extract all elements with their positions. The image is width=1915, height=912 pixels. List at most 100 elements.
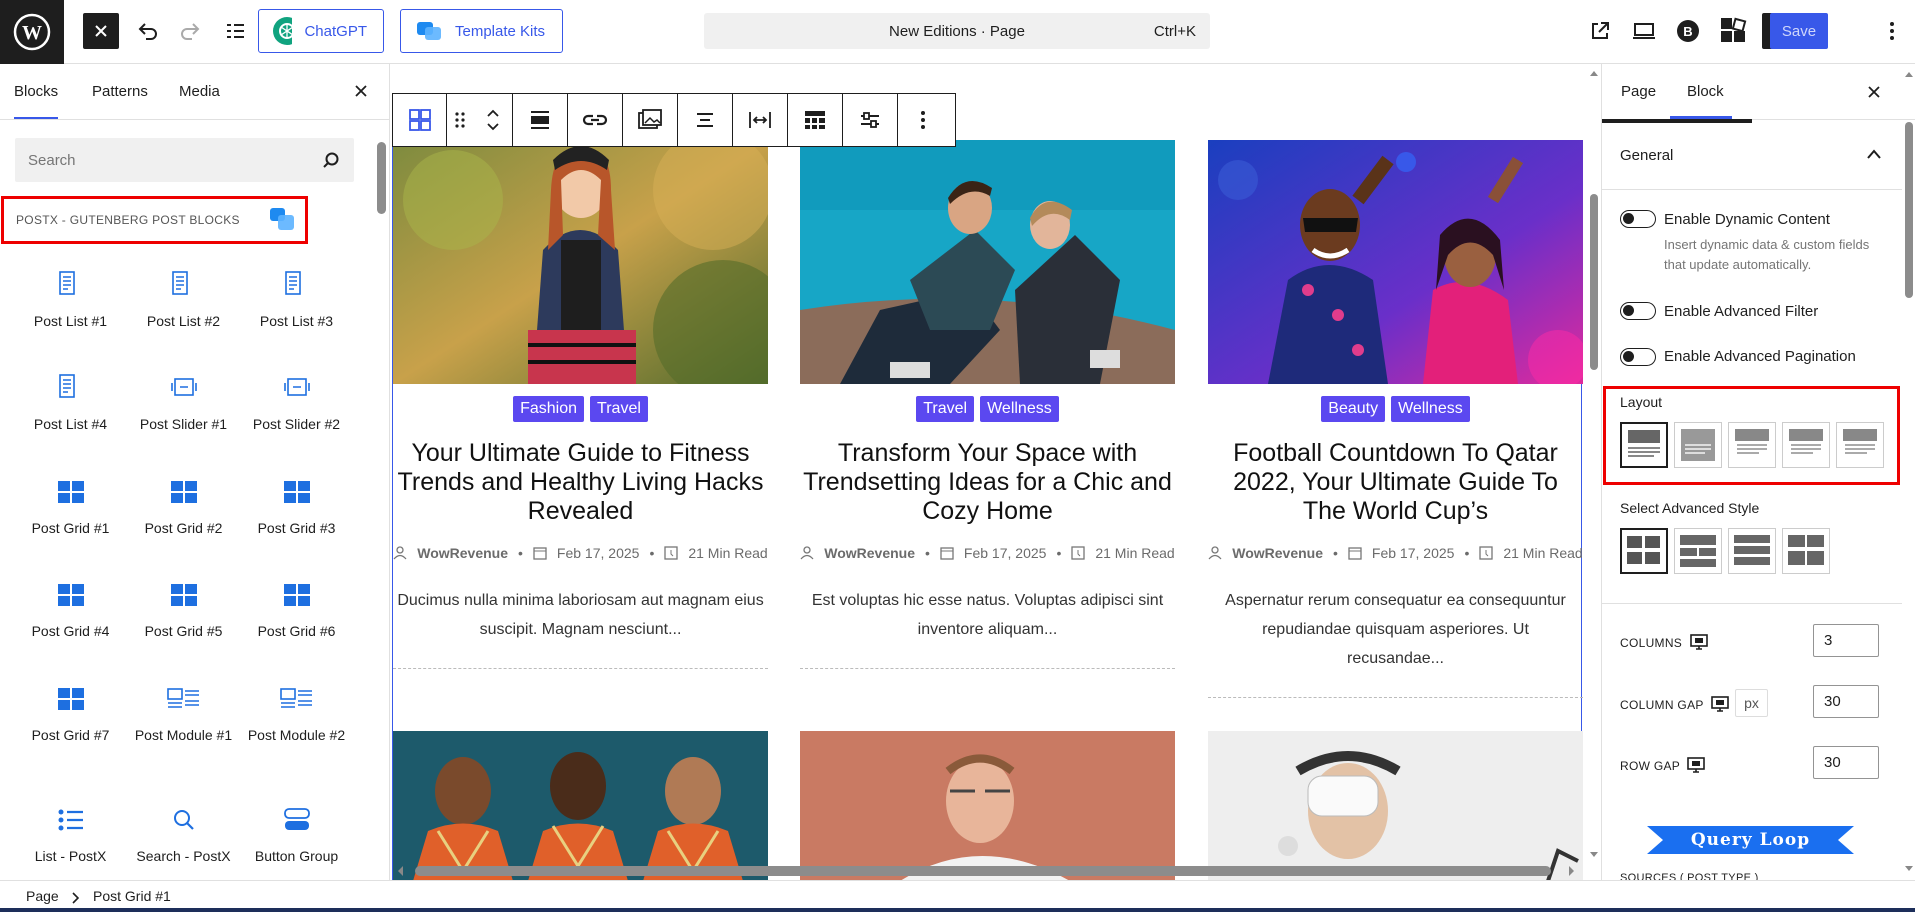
post-image-party-crowd[interactable]	[1208, 140, 1583, 384]
settings-sliders-icon[interactable]	[843, 94, 898, 146]
close-inserter-icon[interactable]	[354, 84, 368, 98]
post-tag[interactable]: Wellness	[980, 396, 1059, 422]
block-post-slider-2[interactable]: Post Slider #2	[240, 373, 353, 433]
breadcrumb-page[interactable]: Page	[26, 888, 59, 904]
blocks-plugin-icon[interactable]	[1718, 15, 1748, 45]
close-settings-icon[interactable]	[1867, 85, 1881, 99]
image-settings-icon[interactable]	[623, 94, 678, 146]
post-tag[interactable]: Travel	[916, 396, 975, 422]
post-card[interactable]: Beauty Wellness Football Countdown To Qa…	[1208, 140, 1583, 698]
save-button[interactable]: Save	[1770, 13, 1828, 49]
tab-block[interactable]: Block	[1687, 83, 1724, 100]
post-image-man-glasses[interactable]	[800, 731, 1175, 880]
chatgpt-button[interactable]: ChatGPT	[258, 9, 384, 53]
undo-icon[interactable]	[134, 17, 162, 45]
block-post-grid-2[interactable]: Post Grid #2	[127, 477, 240, 537]
post-tag[interactable]: Travel	[590, 396, 648, 422]
drag-handle-icon[interactable]	[447, 94, 473, 146]
command-palette-bar[interactable]: New Editions · Page Ctrl+K	[704, 13, 1210, 49]
post-tag[interactable]: Wellness	[1391, 396, 1470, 422]
block-post-grid-3[interactable]: Post Grid #3	[240, 477, 353, 537]
tab-page[interactable]: Page	[1621, 83, 1656, 100]
advanced-style-option-4[interactable]	[1782, 528, 1830, 574]
block-post-slider-1[interactable]: Post Slider #1	[127, 373, 240, 433]
wordpress-logo-icon[interactable]: W	[0, 0, 64, 64]
post-grid-block-icon[interactable]	[393, 94, 447, 146]
plugin-b-icon[interactable]: B	[1674, 17, 1702, 45]
inserter-scrollbar[interactable]	[377, 142, 386, 214]
block-post-grid-4[interactable]: Post Grid #4	[14, 580, 127, 640]
grid-layout-icon[interactable]	[788, 94, 843, 146]
block-post-list-4[interactable]: Post List #4	[14, 373, 127, 433]
block-post-list-3[interactable]: Post List #3	[240, 270, 353, 330]
column-gap-unit[interactable]: px	[1735, 689, 1768, 717]
advanced-style-option-1[interactable]	[1620, 528, 1668, 574]
tab-patterns[interactable]: Patterns	[92, 83, 148, 100]
block-button-group[interactable]: Button Group	[240, 805, 353, 865]
breadcrumb-current-block[interactable]: Post Grid #1	[93, 888, 171, 904]
dynamic-content-toggle[interactable]	[1620, 210, 1656, 228]
block-post-grid-1[interactable]: Post Grid #1	[14, 477, 127, 537]
post-image-woman-forest[interactable]	[393, 140, 768, 384]
move-up-down-icon[interactable]	[473, 94, 513, 146]
advanced-filter-toggle[interactable]	[1620, 302, 1656, 320]
post-image-vr-headset[interactable]	[1208, 731, 1583, 880]
block-post-list-2[interactable]: Post List #2	[127, 270, 240, 330]
block-post-grid-6[interactable]: Post Grid #6	[240, 580, 353, 640]
post-tags: Fashion Travel	[393, 396, 768, 422]
post-author[interactable]: WowRevenue	[1232, 545, 1323, 561]
row-gap-input[interactable]: 30	[1813, 746, 1879, 779]
desktop-device-icon[interactable]	[1710, 694, 1730, 714]
tab-media[interactable]: Media	[179, 83, 220, 100]
desktop-device-icon[interactable]	[1689, 632, 1709, 652]
post-title[interactable]: Football Countdown To Qatar 2022, Your U…	[1208, 439, 1583, 526]
desktop-device-icon[interactable]	[1686, 755, 1706, 775]
device-preview-icon[interactable]	[1630, 17, 1658, 45]
layout-option-1[interactable]	[1620, 422, 1668, 468]
advanced-style-option-2[interactable]	[1674, 528, 1722, 574]
general-section-header[interactable]: General	[1602, 120, 1902, 190]
text-align-center-icon[interactable]	[678, 94, 733, 146]
post-author[interactable]: WowRevenue	[417, 545, 508, 561]
close-icon[interactable]	[83, 13, 119, 49]
post-tag[interactable]: Beauty	[1321, 396, 1386, 422]
document-overview-icon[interactable]	[221, 17, 249, 45]
layout-option-3[interactable]	[1728, 422, 1776, 468]
external-view-icon[interactable]	[1586, 17, 1614, 45]
align-full-icon[interactable]	[513, 94, 568, 146]
block-post-grid-5[interactable]: Post Grid #5	[127, 580, 240, 640]
layout-option-5[interactable]	[1836, 422, 1884, 468]
query-loop-ribbon[interactable]: Query Loop	[1647, 822, 1854, 858]
more-options-icon[interactable]	[898, 94, 948, 146]
layout-option-4[interactable]	[1782, 422, 1830, 468]
block-search-input[interactable]: Search	[15, 138, 354, 182]
block-post-module-1[interactable]: Post Module #1	[127, 684, 240, 744]
canvas-horizontal-scrollbar[interactable]	[391, 862, 1601, 880]
redo-icon[interactable]	[176, 17, 204, 45]
post-image-couple-sky[interactable]	[800, 140, 1175, 384]
block-list-postx[interactable]: List - PostX	[14, 805, 127, 865]
post-author[interactable]: WowRevenue	[824, 545, 915, 561]
columns-input[interactable]: 3	[1813, 624, 1879, 657]
layout-option-2[interactable]	[1674, 422, 1722, 468]
post-card[interactable]: Travel Wellness Transform Your Space wit…	[800, 140, 1175, 669]
block-search-postx[interactable]: Search - PostX	[127, 805, 240, 865]
block-post-list-1[interactable]: Post List #1	[14, 270, 127, 330]
post-title[interactable]: Transform Your Space with Trendsetting I…	[800, 439, 1175, 526]
link-icon[interactable]	[568, 94, 623, 146]
column-gap-input[interactable]: 30	[1813, 685, 1879, 718]
post-card[interactable]: Fashion Travel Your Ultimate Guide to Fi…	[393, 140, 768, 669]
block-post-grid-7[interactable]: Post Grid #7	[14, 684, 127, 744]
post-tag[interactable]: Fashion	[513, 396, 585, 422]
post-title[interactable]: Your Ultimate Guide to Fitness Trends an…	[393, 439, 768, 526]
advanced-pagination-toggle[interactable]	[1620, 348, 1656, 366]
spacing-icon[interactable]	[733, 94, 788, 146]
tab-blocks[interactable]: Blocks	[14, 83, 59, 119]
block-post-module-2[interactable]: Post Module #2	[240, 684, 353, 744]
options-menu-icon[interactable]	[1878, 17, 1906, 45]
advanced-style-option-3[interactable]	[1728, 528, 1776, 574]
canvas-vertical-scrollbar[interactable]	[1587, 64, 1601, 864]
post-image-athletes[interactable]	[393, 731, 768, 880]
settings-scrollbar[interactable]	[1902, 64, 1915, 880]
template-kits-button[interactable]: Template Kits	[400, 9, 563, 53]
